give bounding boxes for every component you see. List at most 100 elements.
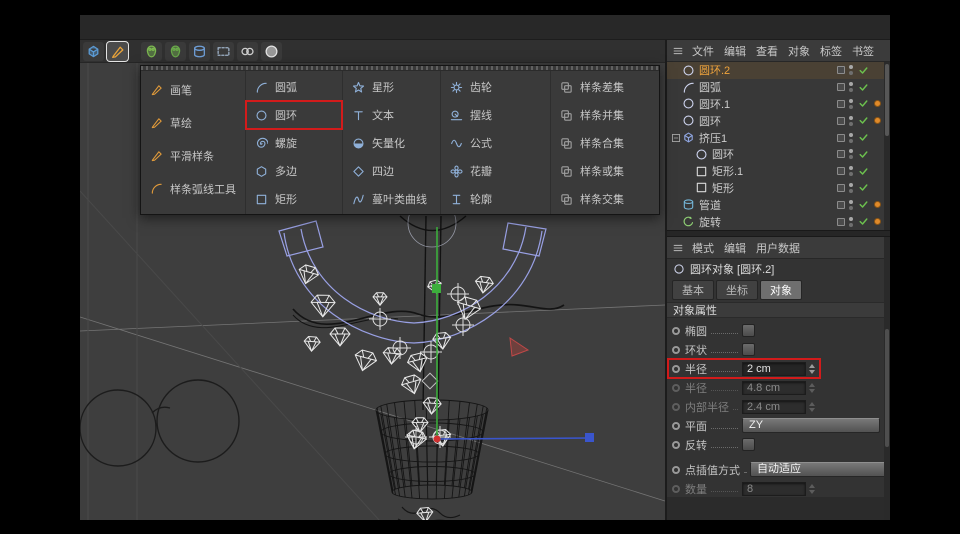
menu-item-profile[interactable]: 轮廓 — [441, 185, 550, 213]
menu-item-formula[interactable]: 公式 — [441, 129, 550, 157]
enabled-check-icon[interactable] — [857, 199, 869, 210]
am-menu-item-3[interactable]: 用户数据 — [751, 240, 805, 256]
tag-dot[interactable] — [872, 100, 882, 107]
layer-chip[interactable] — [837, 66, 845, 74]
z-axis[interactable] — [437, 438, 591, 439]
menu-item-spline-or[interactable]: 样条或集 — [551, 157, 659, 185]
checkbox[interactable] — [742, 343, 755, 356]
visibility-dots[interactable] — [848, 82, 854, 92]
menu-item-foursided[interactable]: 四边 — [343, 157, 440, 185]
om-menu-icon[interactable] — [672, 45, 684, 57]
toolbar-tool-6[interactable] — [213, 42, 234, 61]
menu-item-sketch[interactable]: 草绘 — [141, 106, 245, 139]
layer-chip[interactable] — [837, 134, 845, 142]
visibility-dots[interactable] — [848, 217, 854, 227]
visibility-dots[interactable] — [848, 183, 854, 193]
object-row[interactable]: 圆环.2 — [667, 62, 884, 79]
layer-chip[interactable] — [837, 83, 845, 91]
value-field[interactable]: 4.8 cm — [742, 381, 806, 395]
menu-item-freehand[interactable]: 画笔 — [141, 73, 245, 106]
object-list-scrollbar[interactable] — [884, 62, 890, 230]
om-menu-item-4[interactable]: 对象 — [783, 43, 815, 59]
layer-chip[interactable] — [837, 100, 845, 108]
object-row[interactable]: 旋转 — [667, 213, 884, 230]
menu-item-star[interactable]: 星形 — [343, 73, 440, 101]
menu-item-spline-merge[interactable]: 样条合集 — [551, 129, 659, 157]
keyframe-toggle[interactable] — [672, 365, 680, 373]
enabled-check-icon[interactable] — [857, 115, 869, 126]
visibility-dots[interactable] — [848, 65, 854, 75]
object-row[interactable]: 矩形.1 — [667, 163, 884, 180]
value-field[interactable]: 2.4 cm — [742, 400, 806, 414]
toolbar-tool-7[interactable] — [237, 42, 258, 61]
object-row[interactable]: 圆环.1 — [667, 96, 884, 113]
tag-dot[interactable] — [872, 218, 882, 225]
object-row[interactable]: 矩形 — [667, 180, 884, 197]
scrollbar-thumb[interactable] — [885, 329, 889, 447]
om-menu-item-1[interactable]: 文件 — [687, 43, 719, 59]
object-row[interactable]: 挤压1 — [667, 129, 884, 146]
visibility-dots[interactable] — [848, 149, 854, 159]
menu-item-rectangle[interactable]: 矩形 — [246, 185, 342, 213]
visibility-dots[interactable] — [848, 200, 854, 210]
scrollbar-thumb[interactable] — [885, 64, 889, 136]
value-field[interactable]: 2 cm — [742, 362, 806, 376]
checkbox[interactable] — [742, 438, 755, 451]
menu-item-spline-union[interactable]: 样条并集 — [551, 101, 659, 129]
tab-object[interactable]: 对象 — [760, 280, 802, 300]
tag-dot[interactable] — [872, 117, 882, 124]
menu-item-cycloid[interactable]: 摆线 — [441, 101, 550, 129]
enabled-check-icon[interactable] — [857, 65, 869, 76]
am-menu-item-1[interactable]: 模式 — [687, 240, 719, 256]
toolbar-tool-8[interactable] — [261, 42, 282, 61]
object-row[interactable]: 圆环 — [667, 112, 884, 129]
keyframe-toggle[interactable] — [672, 384, 680, 392]
keyframe-toggle[interactable] — [672, 485, 680, 493]
enabled-check-icon[interactable] — [857, 149, 869, 160]
menu-item-spline-arc-tool[interactable]: 样条弧线工具 — [141, 172, 245, 205]
spinner[interactable] — [809, 364, 815, 374]
layer-chip[interactable] — [837, 167, 845, 175]
tag-dot[interactable] — [872, 201, 882, 208]
layer-chip[interactable] — [837, 201, 845, 209]
object-row[interactable]: 管道 — [667, 196, 884, 213]
layer-chip[interactable] — [837, 218, 845, 226]
object-row[interactable]: 圆弧 — [667, 79, 884, 96]
spinner[interactable] — [809, 484, 815, 494]
keyframe-toggle[interactable] — [672, 466, 680, 474]
keyframe-toggle[interactable] — [672, 441, 680, 449]
enabled-check-icon[interactable] — [857, 98, 869, 109]
panel-splitter[interactable] — [667, 230, 890, 237]
menu-item-cissoid[interactable]: 蔓叶类曲线 — [343, 185, 440, 213]
menu-item-arc[interactable]: 圆弧 — [246, 73, 342, 101]
value-field[interactable]: 8 — [742, 482, 806, 496]
axis-origin-dot[interactable] — [434, 436, 441, 443]
enabled-check-icon[interactable] — [857, 182, 869, 193]
enabled-check-icon[interactable] — [857, 132, 869, 143]
attribute-scrollbar[interactable] — [884, 237, 890, 520]
visibility-dots[interactable] — [848, 99, 854, 109]
om-menu-item-3[interactable]: 查看 — [751, 43, 783, 59]
keyframe-toggle[interactable] — [672, 403, 680, 411]
spinner[interactable] — [809, 402, 815, 412]
menu-item-smooth-spline[interactable]: 平滑样条 — [141, 139, 245, 172]
pen-tool[interactable] — [107, 42, 128, 61]
menu-item-helix[interactable]: 螺旋 — [246, 129, 342, 157]
cube-tool[interactable] — [83, 42, 104, 61]
am-menu-icon[interactable] — [672, 242, 684, 254]
toolbar-tool-5[interactable] — [189, 42, 210, 61]
menu-item-cogwheel[interactable]: 齿轮 — [441, 73, 550, 101]
dropdown[interactable]: 自动适应 — [750, 462, 888, 477]
enabled-check-icon[interactable] — [857, 216, 869, 227]
dropdown[interactable]: ZY — [742, 418, 880, 433]
keyframe-toggle[interactable] — [672, 327, 680, 335]
menu-item-circle[interactable]: 圆环 — [246, 101, 342, 129]
visibility-dots[interactable] — [848, 116, 854, 126]
tab-basic[interactable]: 基本 — [672, 280, 714, 300]
selected-spline-band[interactable] — [279, 221, 546, 343]
enabled-check-icon[interactable] — [857, 82, 869, 93]
menu-item-spline-difference[interactable]: 样条差集 — [551, 73, 659, 101]
menu-item-ngon[interactable]: 多边 — [246, 157, 342, 185]
tab-coordinates[interactable]: 坐标 — [716, 280, 758, 300]
om-menu-item-5[interactable]: 标签 — [815, 43, 847, 59]
